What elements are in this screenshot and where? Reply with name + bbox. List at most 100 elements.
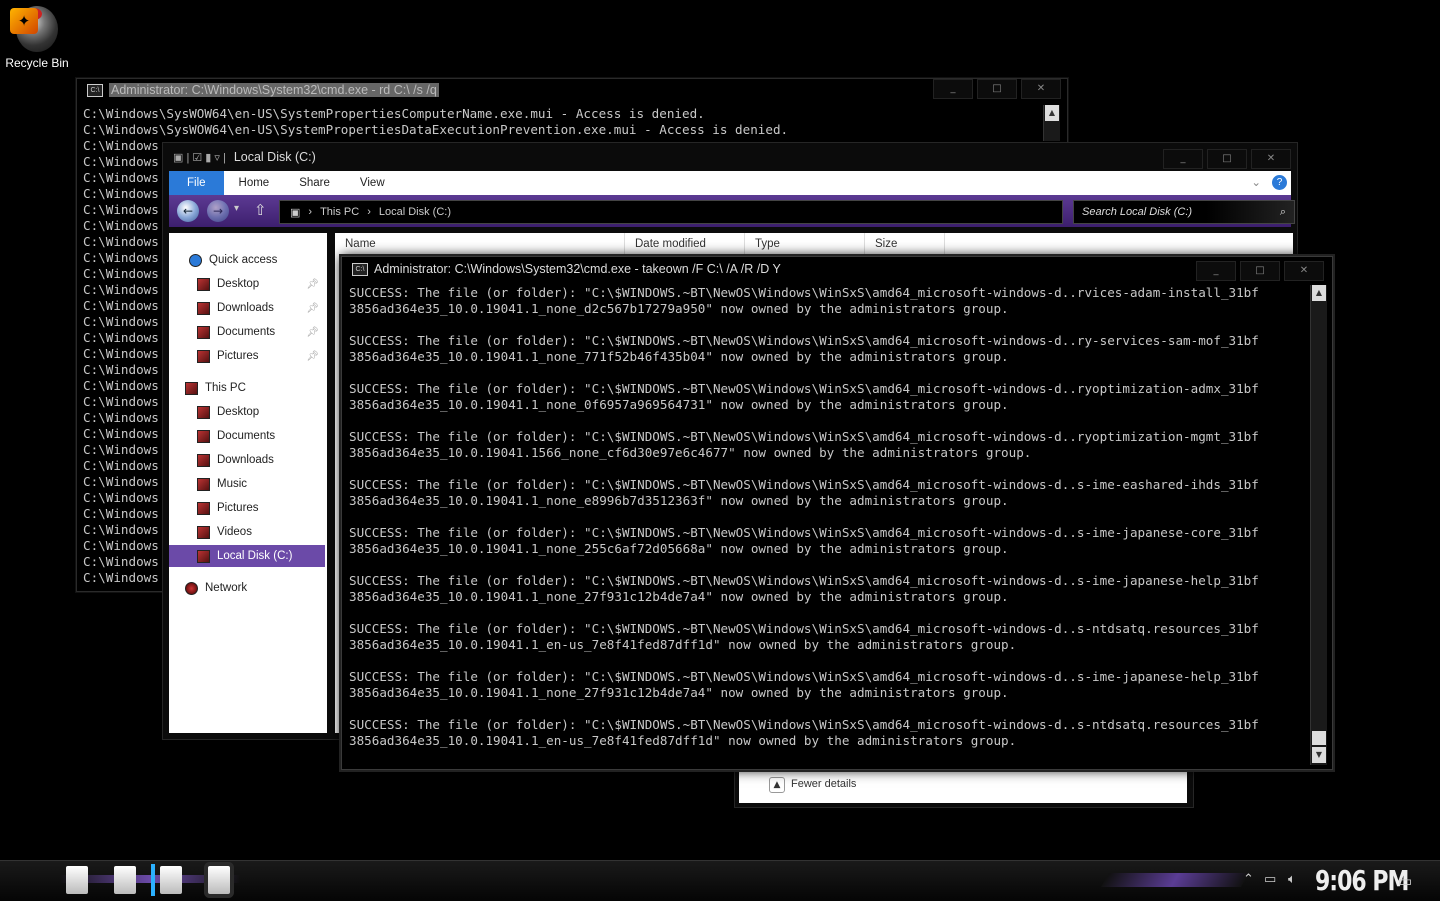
- taskbar-app-notepad[interactable]: [114, 866, 136, 894]
- console-line: SUCCESS: The file (or folder): "C:\$WIND…: [349, 621, 1259, 636]
- maximize-button[interactable]: □: [977, 79, 1017, 99]
- taskbar-accent-right: [1100, 873, 1250, 887]
- minimize-button[interactable]: _: [1163, 149, 1203, 169]
- explorer-titlebar[interactable]: ▣ | ☑ ▮ ▿ | Local Disk (C:): [163, 143, 1297, 171]
- computer-icon: ▣: [290, 206, 301, 219]
- breadcrumb-this-pc[interactable]: This PC: [320, 206, 359, 218]
- fewer-details-link[interactable]: Fewer details: [791, 778, 856, 790]
- network-icon[interactable]: ▭: [1264, 872, 1276, 887]
- tab-share[interactable]: Share: [284, 171, 345, 195]
- nav-item-documents[interactable]: Documents: [169, 425, 325, 447]
- recent-locations-icon[interactable]: ▾: [234, 203, 239, 214]
- scroll-thumb[interactable]: [1312, 731, 1326, 745]
- nav-item-network[interactable]: Network: [169, 577, 325, 599]
- cmd-window-titlebar[interactable]: C:\ Administrator: C:\Windows\System32\c…: [77, 79, 1067, 101]
- taskbar-app-cmd[interactable]: [160, 866, 182, 894]
- nav-item-videos[interactable]: Videos: [169, 521, 325, 543]
- maximize-button[interactable]: □: [1207, 149, 1247, 169]
- ribbon-expand-icon[interactable]: ⌄: [1251, 175, 1261, 189]
- breadcrumb-sep-icon: ›: [308, 206, 313, 218]
- back-button[interactable]: ←: [177, 200, 199, 222]
- show-hidden-icons-icon[interactable]: ⌃: [1243, 872, 1254, 887]
- fewer-details-icon[interactable]: ▲: [769, 777, 785, 793]
- search-input[interactable]: Search Local Disk (C:) ⌕: [1073, 200, 1295, 224]
- cmd-window-title: Administrator: C:\Windows\System32\cmd.e…: [374, 262, 781, 276]
- nav-item-music[interactable]: Music: [169, 473, 325, 495]
- console-line: SUCCESS: The file (or folder): "C:\$WIND…: [349, 717, 1259, 732]
- nav-item-label: Documents: [217, 326, 276, 338]
- start-button[interactable]: ✦: [10, 8, 38, 34]
- up-button[interactable]: ⇧: [254, 201, 267, 219]
- tab-home[interactable]: Home: [224, 171, 285, 195]
- folder-icon: [197, 501, 210, 515]
- nav-item-pictures[interactable]: Pictures 📌︎: [169, 345, 325, 367]
- close-button[interactable]: ✕: [1251, 149, 1291, 169]
- column-type[interactable]: Type: [745, 233, 865, 255]
- nav-item-desktop[interactable]: Desktop: [169, 401, 325, 423]
- clock[interactable]: 9:06 PM: [1315, 866, 1409, 897]
- minimize-button[interactable]: _: [1196, 261, 1236, 281]
- close-button[interactable]: ✕: [1021, 79, 1061, 99]
- details-pane: ▲ Fewer details: [734, 764, 1194, 808]
- cmd-window-titlebar[interactable]: C:\ Administrator: C:\Windows\System32\c…: [342, 257, 1332, 281]
- nav-item-label: Desktop: [217, 278, 260, 290]
- action-center-icon[interactable]: ▭: [1398, 872, 1412, 890]
- scroll-up-icon[interactable]: ▲: [1312, 285, 1326, 301]
- column-date-modified[interactable]: Date modified: [625, 233, 745, 255]
- nav-item-label: Pictures: [217, 350, 259, 362]
- nav-item-downloads[interactable]: Downloads 📌︎: [169, 297, 325, 319]
- cmd-output: SUCCESS: The file (or folder): "C:\$WIND…: [349, 285, 1309, 755]
- tab-view[interactable]: View: [345, 171, 400, 195]
- forward-button[interactable]: →: [207, 200, 229, 222]
- taskbar-app-cmd-2[interactable]: [208, 866, 230, 894]
- folder-icon: [185, 381, 198, 395]
- minimize-button[interactable]: _: [933, 79, 973, 99]
- address-bar[interactable]: ▣ › This PC › Local Disk (C:): [279, 200, 1063, 224]
- console-line: 3856ad364e35_10.0.19041.1_en-us_7e8f41fe…: [349, 733, 1017, 748]
- nav-item-this-pc[interactable]: This PC: [169, 377, 325, 399]
- console-line: 3856ad364e35_10.0.19041.1_none_e8996b7d3…: [349, 493, 1009, 508]
- column-size[interactable]: Size: [865, 233, 945, 255]
- tab-file[interactable]: File: [169, 171, 224, 195]
- nav-item-downloads[interactable]: Downloads: [169, 449, 325, 471]
- nav-item-quick-access[interactable]: Quick access: [169, 249, 325, 271]
- recycle-bin-label: Recycle Bin: [5, 56, 69, 70]
- navigation-pane: Quick access Desktop 📌︎ Downloads 📌︎ Document…: [169, 233, 327, 733]
- star-icon: [189, 253, 202, 267]
- nav-item-documents[interactable]: Documents 📌︎: [169, 321, 325, 343]
- console-line: SUCCESS: The file (or folder): "C:\$WIND…: [349, 525, 1259, 540]
- nav-item-desktop[interactable]: Desktop 📌︎: [169, 273, 325, 295]
- help-icon[interactable]: ?: [1272, 175, 1287, 190]
- nav-item-label: Downloads: [217, 454, 274, 466]
- pin-icon: 📌︎: [306, 326, 319, 338]
- volume-icon[interactable]: 🔈︎: [1288, 872, 1296, 887]
- nav-item-label: Network: [205, 582, 248, 594]
- nav-item-pictures[interactable]: Pictures: [169, 497, 325, 519]
- folder-icon: [197, 429, 210, 443]
- nav-item-label: Downloads: [217, 302, 274, 314]
- nav-item-local-disk-c[interactable]: Local Disk (C:): [169, 545, 325, 567]
- console-line: 3856ad364e35_10.0.19041.1_none_255c6af72…: [349, 541, 1009, 556]
- maximize-button[interactable]: □: [1240, 261, 1280, 281]
- cmd-scrollbar[interactable]: ▲ ▼: [1310, 285, 1327, 765]
- column-name[interactable]: Name: [335, 233, 625, 255]
- scroll-up-icon[interactable]: ▲: [1045, 105, 1059, 121]
- cmd-scrollbar[interactable]: ▲: [1043, 105, 1060, 141]
- search-icon[interactable]: ⌕: [1280, 206, 1286, 219]
- close-button[interactable]: ✕: [1284, 261, 1324, 281]
- nav-item-label: Quick access: [209, 254, 278, 266]
- console-line: 3856ad364e35_10.0.19041.1_none_771f52b46…: [349, 349, 1009, 364]
- search-placeholder: Search Local Disk (C:): [1082, 206, 1193, 218]
- breadcrumb-local-disk[interactable]: Local Disk (C:): [379, 206, 451, 218]
- cmd-window-title: Administrator: C:\Windows\System32\cmd.e…: [109, 83, 439, 97]
- scroll-down-icon[interactable]: ▼: [1312, 747, 1326, 763]
- console-line: C:\Windows\SysWOW64\en-US\SystemProperti…: [83, 122, 789, 137]
- console-line: 3856ad364e35_10.0.19041.1_none_d2c567b17…: [349, 301, 1009, 316]
- console-line: SUCCESS: The file (or folder): "C:\$WIND…: [349, 333, 1259, 348]
- taskbar-app-file-explorer[interactable]: [66, 866, 88, 894]
- cmd-window-takeown[interactable]: C:\ Administrator: C:\Windows\System32\c…: [341, 256, 1333, 770]
